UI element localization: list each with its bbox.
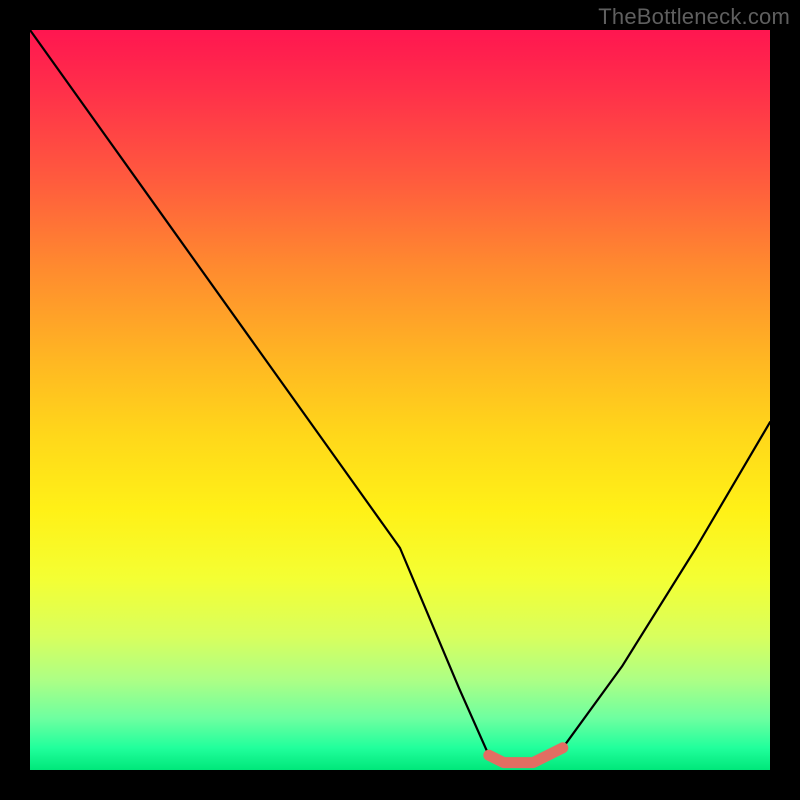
plot-area: [30, 30, 770, 770]
bottleneck-curve: [30, 30, 770, 763]
curve-layer: [30, 30, 770, 770]
optimal-range-highlight: [489, 748, 563, 763]
chart-frame: TheBottleneck.com: [0, 0, 800, 800]
watermark-text: TheBottleneck.com: [598, 4, 790, 30]
